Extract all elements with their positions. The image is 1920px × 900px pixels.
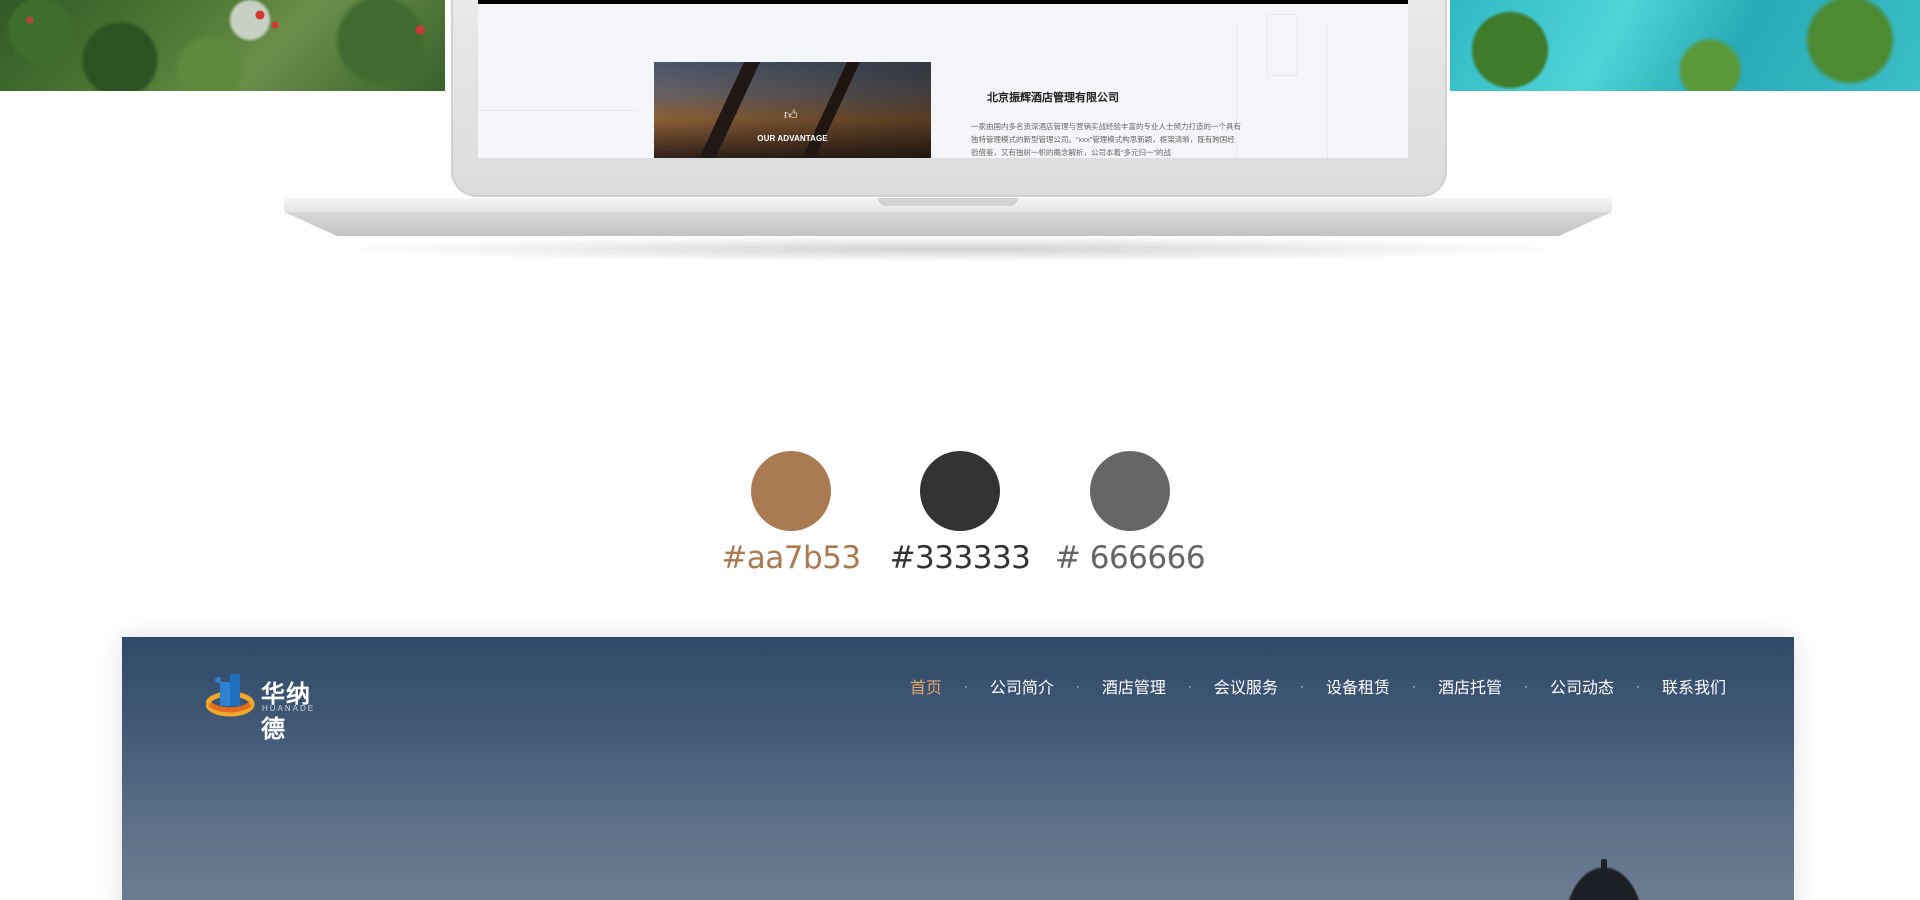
nav-separator: ·	[1635, 679, 1640, 693]
laptop-shadow	[320, 236, 1580, 262]
nav-item-meeting-services[interactable]: 会议服务	[1214, 674, 1278, 698]
laptop-notch	[878, 198, 1018, 206]
laptop-screen: 👍︎ OUR ADVANTAGE 北京振辉酒店管理有限公司 一家由国内多名资深酒…	[478, 0, 1408, 158]
logo-name-en: HUANADE	[262, 704, 316, 713]
nav-separator: ·	[1299, 679, 1304, 693]
forest-photo	[0, 0, 445, 91]
swatch-brown	[751, 451, 831, 531]
advantage-photo[interactable]: 👍︎ OUR ADVANTAGE	[654, 62, 931, 158]
advantage-label: OUR ADVANTAGE	[757, 134, 828, 143]
nav-separator: ·	[963, 679, 968, 693]
nav-item-company-news[interactable]: 公司动态	[1550, 674, 1614, 698]
design-presentation-page: 👍︎ OUR ADVANTAGE 北京振辉酒店管理有限公司 一家由国内多名资深酒…	[0, 0, 1920, 900]
nav-item-about[interactable]: 公司简介	[990, 674, 1054, 698]
nav-separator: ·	[1523, 679, 1528, 693]
screen-skyline-decoration	[478, 110, 638, 158]
nav-item-equipment-rental[interactable]: 设备租赁	[1326, 674, 1390, 698]
company-description: 一家由国内多名资深酒店管理与营销实战经验丰富的专业人士倾力打造的一个具有独特管理…	[971, 122, 1241, 157]
nav-item-contact[interactable]: 联系我们	[1662, 674, 1726, 698]
nav-item-home[interactable]: 首页	[910, 674, 942, 698]
dome-building-silhouette	[1564, 866, 1644, 900]
tropical-sea-photo	[1450, 0, 1920, 91]
swatch-brown-label: #aa7b53	[721, 540, 861, 576]
company-name: 北京振辉酒店管理有限公司	[987, 92, 1119, 104]
screen-building-decoration	[1236, 14, 1328, 158]
nav-separator: ·	[1187, 679, 1192, 693]
screen-top-bar	[478, 0, 1408, 4]
thumbs-up-icon: 👍︎	[784, 107, 798, 122]
nav-item-hotel-trusteeship[interactable]: 酒店托管	[1438, 674, 1502, 698]
swatch-dark-gray	[920, 451, 1000, 531]
laptop-base-edge	[284, 212, 1612, 236]
site-logo[interactable]: 华纳德 HUANADE	[206, 670, 326, 743]
website-header-banner: 华纳德 HUANADE 首页 · 公司简介 · 酒店管理 · 会议服务 · 设备…	[122, 637, 1794, 900]
building-logo-icon	[206, 674, 255, 717]
swatch-gray	[1090, 451, 1170, 531]
swatch-gray-label: # 666666	[1054, 540, 1206, 576]
nav-separator: ·	[1411, 679, 1416, 693]
nav-item-hotel-management[interactable]: 酒店管理	[1102, 674, 1166, 698]
swatch-dark-gray-label: #333333	[889, 540, 1031, 576]
nav-separator: ·	[1075, 679, 1080, 693]
main-nav: 首页 · 公司简介 · 酒店管理 · 会议服务 · 设备租赁 · 酒店托管 · …	[910, 674, 1726, 698]
